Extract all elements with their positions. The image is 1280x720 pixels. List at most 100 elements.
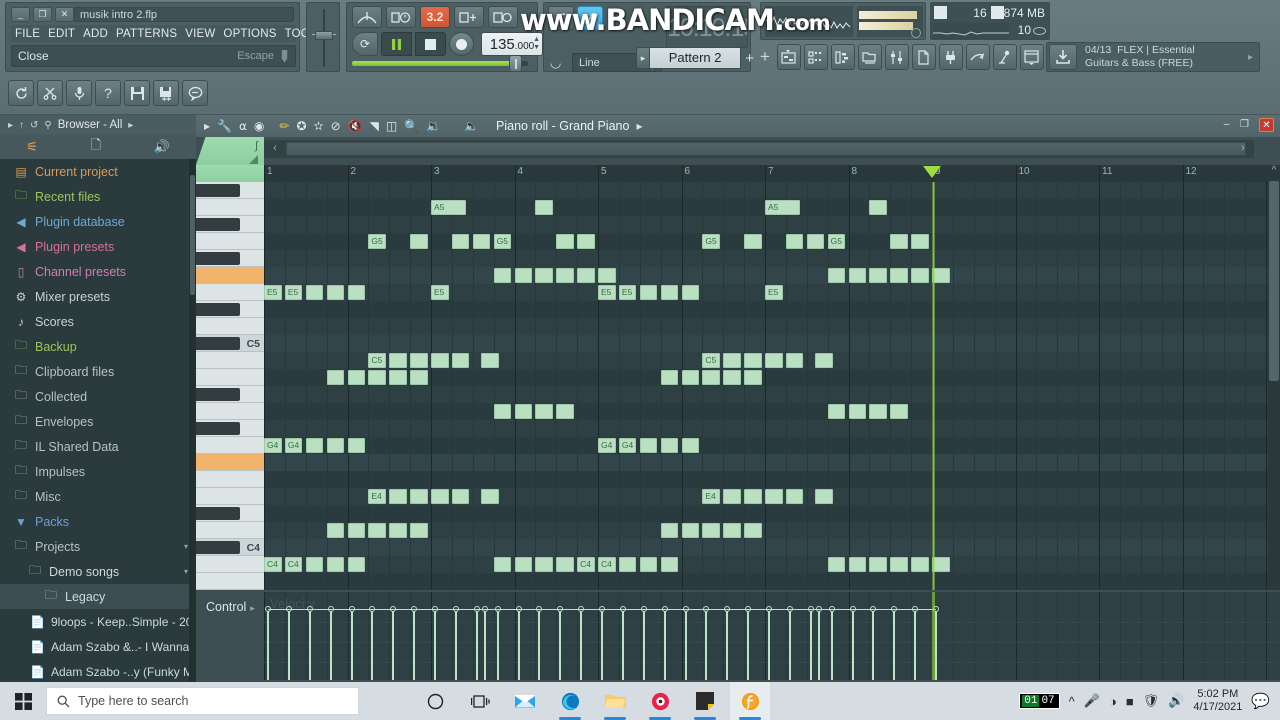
browser-item-clipboard-files[interactable]: 🗀 Clipboard files: [0, 359, 196, 384]
link-snap-icon[interactable]: [577, 6, 603, 30]
browser-item-9loops-keep-simple-2015[interactable]: 📄 9loops - Keep..Simple - 2015: [0, 609, 196, 634]
browser-scroll-thumb[interactable]: [190, 175, 195, 295]
grid-row[interactable]: [264, 556, 1280, 573]
piano-key-white[interactable]: [196, 522, 264, 539]
piano-roll-note[interactable]: [514, 404, 533, 419]
grid-row[interactable]: [264, 539, 1280, 556]
piano-roll-note[interactable]: [556, 268, 574, 283]
start-button[interactable]: [0, 682, 46, 720]
piano-key-white[interactable]: [196, 437, 264, 454]
piano-key-white[interactable]: [196, 369, 264, 386]
piano-roll-note[interactable]: [848, 268, 867, 283]
piano-roll-note[interactable]: [744, 370, 762, 385]
piano-roll-note[interactable]: [535, 557, 553, 572]
delete-icon[interactable]: ⊘: [331, 119, 341, 133]
channel-rack-icon[interactable]: [911, 44, 936, 70]
browser-item-impulses[interactable]: 🗀 Impulses: [0, 459, 196, 484]
playhead-marker[interactable]: [923, 166, 941, 178]
scroll-left-icon[interactable]: ‹: [268, 140, 282, 158]
pattern-name[interactable]: Pattern 2: [650, 47, 742, 69]
loop-mode-icon[interactable]: [488, 6, 518, 28]
recording-timer[interactable]: 01 07: [1019, 693, 1060, 709]
velocity-bar[interactable]: [747, 608, 749, 680]
browser-item-plugin-database[interactable]: ◀ Plugin database: [0, 209, 196, 234]
piano-roll-note[interactable]: [785, 234, 804, 249]
play-pause-button[interactable]: [381, 32, 412, 56]
piano-roll-note[interactable]: [410, 353, 428, 368]
step-sequencer-icon[interactable]: [803, 44, 828, 70]
magnet-icon[interactable]: ⍺: [239, 119, 247, 133]
pattern-position-counter[interactable]: 3.2: [420, 6, 450, 28]
velocity-bar[interactable]: [768, 608, 770, 680]
v-scroll-thumb[interactable]: [1269, 181, 1279, 381]
velocity-bar[interactable]: [413, 608, 415, 680]
menu-arrow-icon[interactable]: ▸: [204, 119, 210, 133]
cortana-icon[interactable]: [415, 682, 455, 720]
oscilloscope-panel[interactable]: [760, 2, 926, 40]
cpu-memory-panel[interactable]: 16 874 MB 10: [930, 2, 1050, 40]
time-display[interactable]: 10:10:15: [666, 6, 748, 48]
velocity-bar[interactable]: [818, 608, 820, 680]
mail-icon[interactable]: [505, 682, 545, 720]
help-icon[interactable]: ?: [95, 80, 121, 106]
tempo-spinner-icon[interactable]: ▲ ▼: [533, 36, 540, 52]
piano-roll-note[interactable]: E5: [598, 285, 616, 300]
grid-row[interactable]: [264, 573, 1280, 590]
zoom-icon[interactable]: 🔍: [404, 119, 419, 133]
menu-patterns[interactable]: PATTERNS: [116, 28, 177, 40]
pattern-prev-icon[interactable]: ▸: [636, 47, 650, 69]
velocity-bar[interactable]: [852, 608, 854, 680]
piano-roll-note[interactable]: G5: [368, 234, 386, 249]
record-button[interactable]: [449, 32, 474, 56]
piano-roll-note[interactable]: G4: [284, 438, 303, 453]
piano-roll-note[interactable]: [389, 370, 407, 385]
scroll-right-icon[interactable]: ›: [1236, 140, 1250, 158]
comment-icon[interactable]: [182, 80, 208, 106]
piano-roll-note[interactable]: [556, 557, 574, 572]
song-pattern-toggle-icon[interactable]: ⟳: [352, 32, 378, 56]
piano-roll-note[interactable]: [368, 370, 386, 385]
velocity-bar[interactable]: [789, 608, 791, 680]
wave-icon[interactable]: ⚟: [26, 139, 38, 155]
menu-file[interactable]: FILE: [15, 28, 40, 40]
velocity-bar[interactable]: [810, 608, 812, 680]
plugin-picker-icon[interactable]: [938, 44, 963, 70]
piano-roll-note[interactable]: [765, 489, 783, 504]
piano-roll-note[interactable]: [827, 557, 846, 572]
piano-roll-note[interactable]: [493, 404, 512, 419]
select-icon[interactable]: ◫: [386, 119, 397, 133]
slice-icon[interactable]: ◥: [370, 119, 379, 133]
mute-icon[interactable]: 🔇: [348, 119, 363, 133]
piano-key-white[interactable]: [196, 556, 264, 573]
piano-roll-note[interactable]: [785, 489, 804, 504]
piano-roll-note[interactable]: G5: [827, 234, 846, 249]
piano-roll-note[interactable]: [556, 404, 574, 419]
piano-roll-note[interactable]: [744, 523, 762, 538]
piano-roll-note[interactable]: [911, 557, 929, 572]
piano-roll-note[interactable]: [535, 268, 553, 283]
close-icon[interactable]: ✕: [1259, 118, 1274, 132]
piano-roll-note[interactable]: [389, 353, 407, 368]
paint-add-icon[interactable]: ✫: [314, 119, 324, 133]
piano-roll-note[interactable]: [326, 523, 345, 538]
velocity-bar[interactable]: [914, 608, 916, 680]
wifi-icon[interactable]: ◑: [1109, 694, 1117, 709]
save-icon[interactable]: [124, 80, 150, 106]
piano-key-black[interactable]: [196, 303, 240, 316]
song-progress-bar[interactable]: [352, 61, 528, 66]
velocity-bar[interactable]: [484, 608, 486, 680]
chevron-right-icon[interactable]: ▸: [128, 120, 133, 131]
piano-roll-note[interactable]: [326, 557, 345, 572]
battery-icon[interactable]: ■: [1126, 694, 1134, 709]
volume-icon[interactable]: 🔊: [1168, 693, 1184, 709]
grid-row[interactable]: [264, 454, 1280, 471]
piano-roll-note[interactable]: [723, 353, 741, 368]
piano-roll-note[interactable]: [890, 234, 908, 249]
piano-roll-note[interactable]: [305, 285, 324, 300]
velocity-bar[interactable]: [309, 608, 311, 680]
piano-roll-note[interactable]: [806, 234, 825, 249]
song-progress-knob[interactable]: [509, 55, 522, 72]
piano-roll-note[interactable]: [639, 285, 658, 300]
piano-roll-note[interactable]: [815, 489, 833, 504]
piano-roll-note[interactable]: [410, 523, 428, 538]
